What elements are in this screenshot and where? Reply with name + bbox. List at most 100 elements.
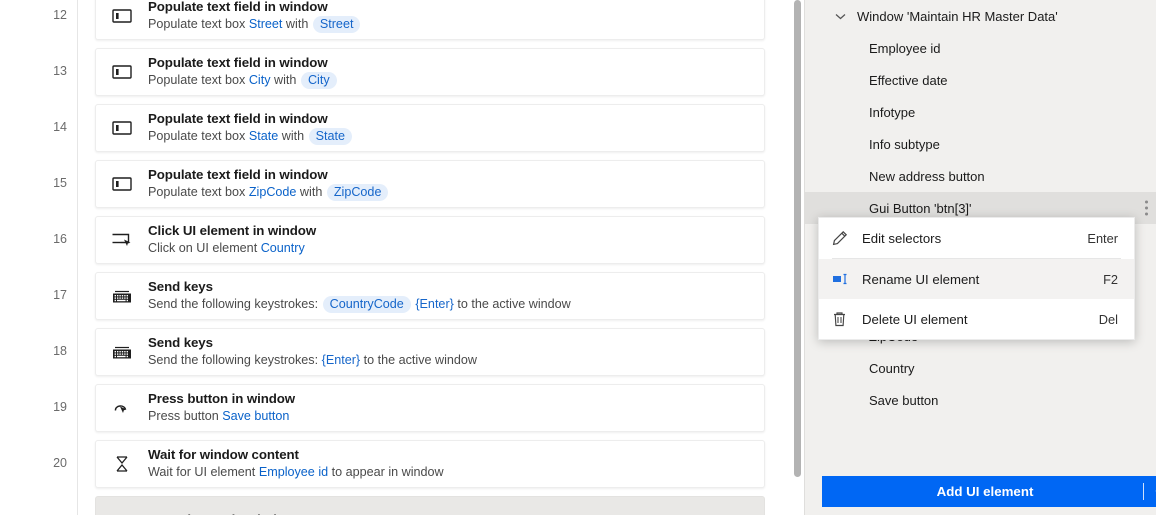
sub-suffix: to the active window	[360, 353, 478, 367]
row-number: 16	[53, 232, 67, 246]
action-subtitle: Send the following keystrokes: {Enter} t…	[148, 352, 754, 369]
sub-mid: with	[278, 129, 308, 143]
sub-link[interactable]: Street	[249, 17, 283, 31]
sub-prefix: Press button	[148, 409, 223, 423]
sub-link[interactable]: City	[249, 73, 271, 87]
variable-chip: CountryCode	[322, 296, 411, 313]
tree-item-effective-date[interactable]: Effective date	[805, 64, 1156, 96]
row-number-gutter: 12 13 14 15 16 17 18 19 20	[0, 0, 78, 515]
context-menu-item-shortcut: F2	[1103, 271, 1118, 287]
tree-item-infotype[interactable]: Infotype	[805, 96, 1156, 128]
action-title: Populate text field in window	[148, 0, 328, 14]
context-menu-item-label: Delete UI element	[862, 311, 968, 327]
sub-prefix: Wait for UI element	[148, 465, 259, 479]
action-card[interactable]: Populate text field in window Populate t…	[95, 104, 765, 152]
flow-scrollbar-track[interactable]	[789, 0, 804, 515]
action-title: Populate text field in window	[148, 111, 328, 126]
tree-item-save-button[interactable]: Save button	[805, 384, 1156, 416]
key-token: {Enter}	[321, 353, 361, 367]
sub-mid: with	[282, 17, 312, 31]
text-field-icon	[96, 105, 148, 151]
action-title: Send keys	[148, 335, 213, 350]
sub-prefix: Click on UI element	[148, 241, 261, 255]
button-divider	[1143, 483, 1144, 500]
sub-link[interactable]: Country	[261, 241, 305, 255]
row-number: 13	[53, 64, 67, 78]
action-card[interactable]: Populate text field in window Populate t…	[95, 0, 765, 40]
text-field-icon	[96, 161, 148, 207]
action-card[interactable]: Send keys Send the following keystrokes:…	[95, 272, 765, 320]
action-subtitle: Populate text box City with City	[148, 72, 754, 89]
tree-item-country[interactable]: Country	[805, 352, 1156, 384]
action-title: Populate text field in window	[148, 55, 328, 70]
press-button-icon	[96, 497, 148, 515]
context-menu: Edit selectors Enter Rename UI element F…	[818, 217, 1135, 340]
tree-item-label: Effective date	[869, 72, 948, 88]
flow-scrollbar-thumb[interactable]	[794, 0, 801, 477]
context-menu-item-edit-selectors[interactable]: Edit selectors Enter	[819, 218, 1134, 258]
action-subtitle: Populate text box State with State	[148, 128, 754, 145]
context-menu-item-label: Edit selectors	[862, 230, 942, 246]
row-number: 15	[53, 176, 67, 190]
action-card[interactable]: Populate text field in window Populate t…	[95, 48, 765, 96]
hourglass-icon	[96, 441, 148, 487]
sub-mid: with	[296, 185, 326, 199]
sub-prefix: Populate text box	[148, 73, 249, 87]
tree-item-window[interactable]: Window 'Maintain HR Master Data'	[805, 0, 1156, 32]
trash-icon	[832, 311, 862, 327]
chevron-down-icon[interactable]	[833, 9, 847, 23]
tree-item-info-subtype[interactable]: Info subtype	[805, 128, 1156, 160]
sub-link[interactable]: State	[249, 129, 278, 143]
text-field-icon	[96, 49, 148, 95]
action-subtitle: Click on UI element Country	[148, 240, 754, 257]
action-card[interactable]: Click UI element in window Click on UI e…	[95, 216, 765, 264]
press-button-icon	[96, 385, 148, 431]
action-subtitle: Populate text box Street with Street	[148, 16, 754, 33]
tree-item-new-address-button[interactable]: New address button	[805, 160, 1156, 192]
context-menu-item-rename-ui-element[interactable]: Rename UI element F2	[819, 259, 1134, 299]
more-options-icon[interactable]	[1145, 200, 1148, 216]
pencil-icon	[832, 230, 862, 246]
sub-link[interactable]: Save button	[222, 409, 289, 423]
context-menu-item-label: Rename UI element	[862, 271, 980, 287]
action-card[interactable]: Send keys Send the following keystrokes:…	[95, 328, 765, 376]
sub-prefix: Send the following keystrokes:	[148, 297, 322, 311]
ui-elements-tree: Window 'Maintain HR Master Data' Employe…	[805, 0, 1156, 416]
row-number: 17	[53, 288, 67, 302]
sub-prefix: Populate text box	[148, 17, 249, 31]
row-number: 18	[53, 344, 67, 358]
context-menu-item-shortcut: Del	[1098, 311, 1118, 327]
action-title: Send keys	[148, 279, 213, 294]
sub-prefix: Populate text box	[148, 185, 249, 199]
context-menu-item-shortcut: Enter	[1087, 230, 1118, 246]
action-card[interactable]: Wait for window content Wait for UI elem…	[95, 440, 765, 488]
tree-item-label: Employee id	[869, 40, 941, 56]
row-number: 14	[53, 120, 67, 134]
action-card[interactable]: Press button in window Press button Save…	[95, 384, 765, 432]
action-subtitle: Press button Save button	[148, 408, 754, 425]
sub-link[interactable]: Employee id	[259, 465, 328, 479]
sub-link[interactable]: ZipCode	[249, 185, 297, 199]
action-subtitle: Populate text box ZipCode with ZipCode	[148, 184, 754, 201]
add-ui-element-button[interactable]: Add UI element	[822, 476, 1156, 507]
context-menu-item-delete-ui-element[interactable]: Delete UI element Del	[819, 299, 1134, 339]
key-token: {Enter}	[415, 297, 454, 311]
action-subtitle: Send the following keystrokes: CountryCo…	[148, 296, 754, 313]
sub-suffix: to the active window	[453, 297, 571, 311]
action-card[interactable]: Press button in window	[95, 496, 765, 515]
sub-prefix: Populate text box	[148, 129, 249, 143]
action-card-list: Populate text field in window Populate t…	[95, 0, 765, 515]
tree-item-employee-id[interactable]: Employee id	[805, 32, 1156, 64]
tree-item-label: Window 'Maintain HR Master Data'	[857, 8, 1058, 24]
keyboard-icon	[96, 273, 148, 319]
flow-actions-pane: 12 13 14 15 16 17 18 19 20 Populate text…	[0, 0, 804, 515]
action-subtitle: Wait for UI element Employee id to appea…	[148, 464, 754, 481]
action-title: Wait for window content	[148, 447, 299, 462]
add-ui-element-label: Add UI element	[936, 484, 1034, 499]
row-number: 20	[53, 456, 67, 470]
tree-item-label: New address button	[869, 168, 985, 184]
variable-chip: State	[308, 128, 353, 145]
variable-chip: Street	[312, 16, 361, 33]
row-number: 12	[53, 8, 67, 22]
action-card[interactable]: Populate text field in window Populate t…	[95, 160, 765, 208]
